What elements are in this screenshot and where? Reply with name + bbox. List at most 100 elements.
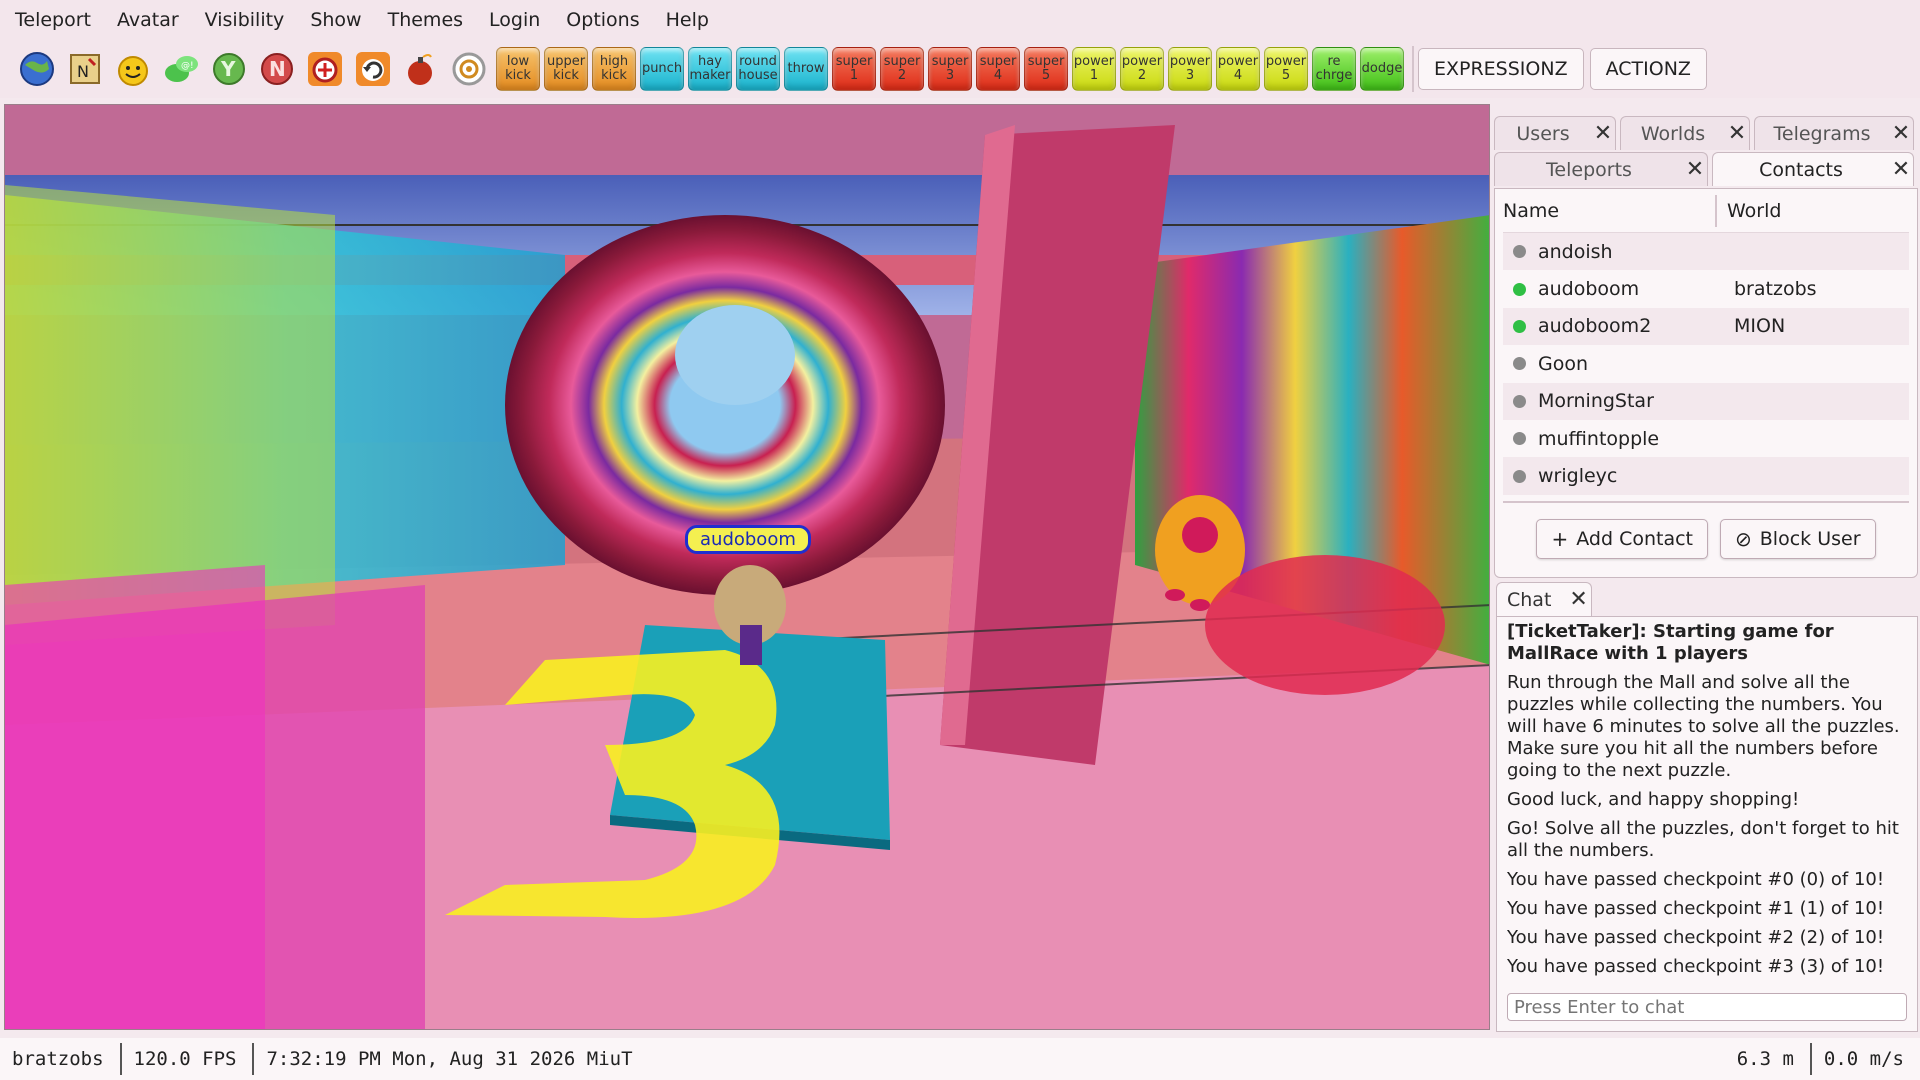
- block-user-button[interactable]: ⊘ Block User: [1720, 518, 1876, 559]
- chat-message: [TicketTaker]: Starting game for MallRac…: [1507, 621, 1834, 664]
- action-power-5[interactable]: power 5: [1264, 47, 1308, 91]
- chat-message: Good luck, and happy shopping!: [1507, 789, 1800, 810]
- contact-row[interactable]: Goon: [1503, 345, 1909, 382]
- action-super-2[interactable]: super 2: [880, 47, 924, 91]
- status-world: bratzobs: [0, 1043, 122, 1075]
- teleport-back-icon[interactable]: [352, 47, 394, 91]
- chat-message: You have passed checkpoint #3 (3) of 10!: [1507, 956, 1885, 977]
- action-punch[interactable]: punch: [640, 47, 684, 91]
- menu-teleport[interactable]: Teleport: [6, 0, 100, 40]
- offline-status-icon: [1513, 394, 1526, 408]
- menu-options[interactable]: Options: [557, 0, 648, 40]
- contact-row[interactable]: muffintopple: [1503, 420, 1909, 457]
- svg-text:Y: Y: [220, 57, 236, 81]
- close-icon[interactable]: ✕: [1683, 157, 1707, 182]
- contact-actions: + Add Contact ⊘ Block User: [1495, 518, 1917, 559]
- offline-status-icon: [1513, 357, 1526, 371]
- svg-text:@!: @!: [181, 61, 194, 71]
- online-status-icon: [1513, 319, 1526, 333]
- plus-icon: +: [1551, 526, 1569, 551]
- yes-icon[interactable]: Y: [208, 47, 250, 91]
- contact-row[interactable]: andoish: [1503, 233, 1909, 271]
- smiley-icon[interactable]: [112, 47, 154, 91]
- action-super-3[interactable]: super 3: [928, 47, 972, 91]
- status-speed: 0.0 m/s: [1809, 1043, 1920, 1075]
- tab-worlds[interactable]: Worlds ✕: [1620, 116, 1750, 150]
- tab-users[interactable]: Users ✕: [1494, 116, 1616, 150]
- offline-status-icon: [1513, 469, 1526, 483]
- action-high-kick[interactable]: high kick: [592, 47, 636, 91]
- globe-icon[interactable]: [16, 47, 58, 91]
- map-icon[interactable]: N: [64, 47, 106, 91]
- menu-avatar[interactable]: Avatar: [108, 0, 188, 40]
- column-world[interactable]: World: [1717, 200, 1781, 222]
- offline-status-icon: [1513, 245, 1526, 259]
- no-icon[interactable]: N: [256, 47, 298, 91]
- menu-themes[interactable]: Themes: [379, 0, 472, 40]
- action-throw[interactable]: throw: [784, 47, 828, 91]
- chat-message: You have passed checkpoint #1 (1) of 10!: [1507, 898, 1885, 919]
- close-icon[interactable]: ✕: [1725, 121, 1749, 146]
- contacts-list: Name World andoish audoboom bratzobs audo…: [1494, 188, 1918, 578]
- close-icon[interactable]: ✕: [1889, 121, 1913, 146]
- chat-bubbles-icon[interactable]: @!: [160, 47, 202, 91]
- expressionz-button[interactable]: EXPRESSIONZ: [1418, 48, 1584, 90]
- toolbar-separator: [1412, 46, 1414, 92]
- tab-row-top: Users ✕ Worlds ✕ Telegrams ✕: [1494, 116, 1918, 152]
- status-fps: 120.0 FPS: [122, 1043, 255, 1075]
- status-bar: bratzobs 120.0 FPS 7:32:19 PM Mon, Aug 3…: [0, 1038, 1920, 1080]
- menu-show[interactable]: Show: [301, 0, 370, 40]
- menu-bar: Teleport Avatar Visibility Show Themes L…: [0, 0, 1920, 40]
- status-right: 6.3 m 0.0 m/s: [1725, 1038, 1920, 1080]
- contact-row[interactable]: audoboom bratzobs: [1503, 270, 1909, 307]
- menu-visibility[interactable]: Visibility: [196, 0, 294, 40]
- block-icon: ⊘: [1735, 526, 1752, 551]
- world-viewport[interactable]: audoboom: [4, 104, 1490, 1030]
- action-dodge[interactable]: dodge: [1360, 47, 1404, 91]
- chat-message: You have passed checkpoint #2 (2) of 10!: [1507, 927, 1885, 948]
- online-status-icon: [1513, 282, 1526, 296]
- list-divider: [1503, 500, 1909, 503]
- close-icon[interactable]: ✕: [1591, 121, 1615, 146]
- action-power-4[interactable]: power 4: [1216, 47, 1260, 91]
- action-super-4[interactable]: super 4: [976, 47, 1020, 91]
- chat-message: Go! Solve all the puzzles, don't forget …: [1507, 818, 1899, 861]
- action-power-1[interactable]: power 1: [1072, 47, 1116, 91]
- bomb-icon[interactable]: [400, 47, 442, 91]
- chat-panel: [TicketTaker]: Starting game for MallRac…: [1496, 616, 1918, 1032]
- menu-help[interactable]: Help: [657, 0, 718, 40]
- chat-input[interactable]: [1507, 993, 1907, 1021]
- tab-chat[interactable]: Chat ✕: [1496, 582, 1592, 616]
- tab-telegrams[interactable]: Telegrams ✕: [1754, 116, 1914, 150]
- chat-log: [TicketTaker]: Starting game for MallRac…: [1497, 617, 1917, 978]
- scene-render: [5, 105, 1489, 1029]
- column-name[interactable]: Name: [1503, 194, 1717, 227]
- action-hay-maker[interactable]: hay maker: [688, 47, 732, 91]
- contacts-header: Name World: [1503, 189, 1909, 233]
- actionz-button[interactable]: ACTIONZ: [1589, 48, 1707, 90]
- offline-status-icon: [1513, 432, 1526, 446]
- contact-row[interactable]: audoboom2 MION: [1503, 307, 1909, 346]
- action-round-house[interactable]: round house: [736, 47, 780, 91]
- action-power-3[interactable]: power 3: [1168, 47, 1212, 91]
- action-low-kick[interactable]: low kick: [496, 47, 540, 91]
- action-power-2[interactable]: power 2: [1120, 47, 1164, 91]
- contact-row[interactable]: wrigleyc: [1503, 457, 1909, 495]
- tab-contacts[interactable]: Contacts ✕: [1712, 152, 1914, 186]
- add-teleport-icon[interactable]: [304, 47, 346, 91]
- add-contact-button[interactable]: + Add Contact: [1536, 518, 1708, 559]
- avatar-nametag[interactable]: audoboom: [685, 525, 811, 554]
- close-icon[interactable]: ✕: [1889, 157, 1913, 182]
- chat-message: Run through the Mall and solve all the p…: [1507, 672, 1900, 781]
- action-upper-kick[interactable]: upper kick: [544, 47, 588, 91]
- action-super-1[interactable]: super 1: [832, 47, 876, 91]
- menu-login[interactable]: Login: [480, 0, 549, 40]
- svg-text:N: N: [269, 57, 286, 81]
- tab-teleports[interactable]: Teleports ✕: [1494, 152, 1708, 186]
- action-recharge[interactable]: re chrge: [1312, 47, 1356, 91]
- action-super-5[interactable]: super 5: [1024, 47, 1068, 91]
- chat-message: You have passed checkpoint #0 (0) of 10!: [1507, 869, 1885, 890]
- target-icon[interactable]: [448, 47, 490, 91]
- contact-row[interactable]: MorningStar: [1503, 382, 1909, 420]
- close-icon[interactable]: ✕: [1569, 587, 1587, 612]
